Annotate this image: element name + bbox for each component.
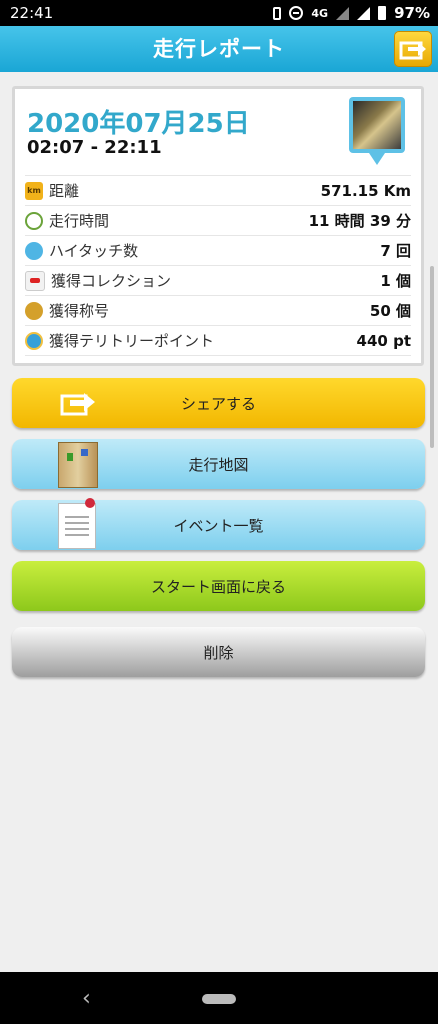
- signal-icon: [357, 6, 371, 20]
- car-photo: [353, 101, 401, 149]
- stat-value: 1 個: [380, 272, 411, 290]
- report-date: 2020年07月25日: [27, 109, 250, 139]
- delete-button[interactable]: 削除: [12, 627, 425, 677]
- stat-row-drive-time: 走行時間 11 時間 39 分: [25, 205, 411, 235]
- stat-label: 距離: [49, 182, 80, 200]
- battery-percent: 97%: [394, 4, 430, 22]
- back-to-start-button-label: スタート画面に戻る: [150, 577, 286, 596]
- status-time: 22:41: [10, 4, 54, 22]
- battery-icon: [378, 6, 387, 20]
- back-icon[interactable]: ‹: [82, 986, 91, 1011]
- stat-row-territory: 獲得テリトリーポイント 440 pt: [25, 325, 411, 356]
- stats-list: km 距離 571.15 Km 走行時間 11 時間 39 分 ハイタッチ数 7…: [25, 175, 411, 356]
- stat-row-distance: km 距離 571.15 Km: [25, 175, 411, 205]
- stat-value: 50 個: [369, 302, 411, 320]
- route-map-button[interactable]: 走行地図: [12, 439, 425, 489]
- app-header: 走行レポート: [0, 26, 438, 72]
- stat-value: 11 時間 39 分: [308, 212, 411, 230]
- stat-value: 571.15 Km: [320, 181, 411, 200]
- stat-value: 440 pt: [356, 331, 411, 350]
- hand-icon: [25, 241, 43, 260]
- medal-icon: [25, 301, 43, 320]
- clock-icon: [25, 211, 43, 230]
- stat-label: 獲得テリトリーポイント: [49, 332, 215, 350]
- car-icon: [25, 270, 45, 291]
- back-to-start-button[interactable]: スタート画面に戻る: [12, 561, 425, 611]
- vibrate-icon: [273, 6, 282, 20]
- km-icon: km: [25, 181, 43, 200]
- report-card: 2020年07月25日 02:07 - 22:11 km 距離 571.15 K…: [12, 86, 424, 366]
- stat-label: 走行時間: [49, 212, 110, 230]
- photo-thumbnail[interactable]: [349, 97, 405, 165]
- scrollbar[interactable]: [430, 266, 434, 448]
- status-bar: 22:41 4G 97%: [0, 0, 438, 26]
- network-type: 4G: [311, 6, 329, 20]
- home-pill-icon[interactable]: [202, 994, 236, 1004]
- delete-button-label: 削除: [203, 643, 234, 662]
- route-map-button-label: 走行地図: [188, 455, 249, 474]
- stat-row-collection: 獲得コレクション 1 個: [25, 265, 411, 295]
- status-icons: 4G 97%: [273, 4, 430, 22]
- map-icon: [58, 442, 98, 488]
- event-list-button[interactable]: イベント一覧: [12, 498, 425, 550]
- stat-label: 獲得称号: [49, 302, 110, 320]
- stat-label: ハイタッチ数: [49, 242, 139, 260]
- page-title: 走行レポート: [153, 37, 285, 61]
- thumbnail-pointer: [369, 153, 385, 165]
- stat-row-titles: 獲得称号 50 個: [25, 295, 411, 325]
- do-not-disturb-icon: [289, 6, 304, 20]
- territory-icon: [25, 331, 43, 350]
- stat-label: 獲得コレクション: [51, 272, 172, 290]
- share-icon: [399, 41, 426, 60]
- stat-value: 7 回: [380, 242, 411, 260]
- wifi-icon: [336, 6, 350, 20]
- share-icon: [58, 386, 98, 422]
- header-share-button[interactable]: [394, 31, 432, 67]
- stat-row-high-touch: ハイタッチ数 7 回: [25, 235, 411, 265]
- report-time-range: 02:07 - 22:11: [27, 137, 162, 158]
- share-button-label: シェアする: [180, 394, 256, 413]
- note-icon: [58, 498, 96, 549]
- event-list-button-label: イベント一覧: [173, 516, 264, 535]
- share-button[interactable]: シェアする: [12, 378, 425, 428]
- navigation-bar: ‹: [0, 972, 438, 1024]
